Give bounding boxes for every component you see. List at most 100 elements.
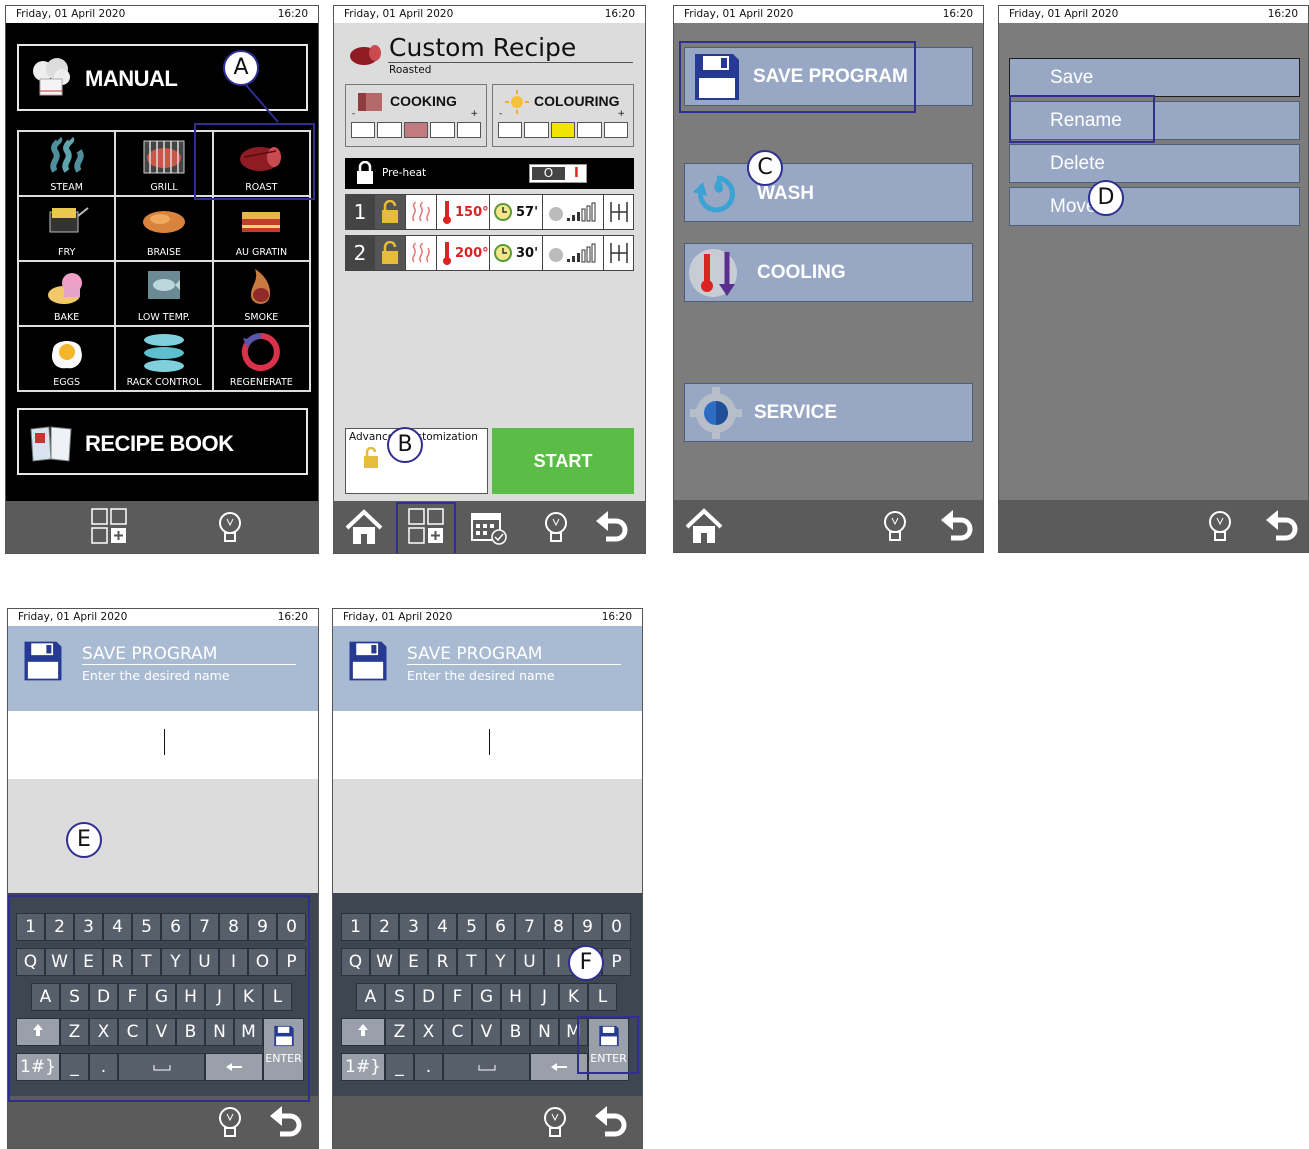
colouring-level-bar[interactable]: [498, 122, 629, 138]
name-input[interactable]: [8, 711, 318, 779]
key[interactable]: Q: [341, 948, 370, 976]
level-segment[interactable]: [550, 122, 576, 138]
cooking-level-bar[interactable]: [351, 122, 482, 138]
back-arrow-icon[interactable]: [937, 506, 977, 546]
fryer-icon: [49, 207, 89, 233]
manual-button[interactable]: MANUAL: [17, 44, 308, 111]
footer-bar: [999, 500, 1308, 552]
level-segment[interactable]: [524, 122, 549, 138]
key[interactable]: Z: [385, 1018, 414, 1046]
key[interactable]: V: [472, 1018, 501, 1046]
phase-row-1[interactable]: 1 150° 57': [345, 194, 634, 230]
key[interactable]: 1: [341, 913, 370, 941]
key[interactable]: 2: [370, 913, 399, 941]
level-segment[interactable]: [456, 122, 482, 138]
home-icon[interactable]: [344, 507, 384, 547]
symbols-key[interactable]: 1#}: [341, 1053, 385, 1081]
key[interactable]: A: [356, 983, 385, 1011]
option-delete[interactable]: Delete: [1009, 144, 1300, 183]
mode-braise[interactable]: BRAISE: [115, 196, 213, 261]
space-key[interactable]: [443, 1053, 530, 1081]
key[interactable]: H: [501, 983, 530, 1011]
mode-low-temp[interactable]: LOW TEMP.: [115, 261, 213, 326]
screen-program-menu: Friday, 01 April 2020 16:20 SAVE PROGRAM…: [673, 5, 984, 553]
key[interactable]: 9: [573, 913, 602, 941]
phase-row-2[interactable]: 2 200° 30': [345, 235, 634, 271]
dot-key[interactable]: .: [414, 1053, 443, 1081]
level-segment[interactable]: [498, 122, 523, 138]
mode-rack-control[interactable]: RACK CONTROL: [115, 326, 213, 391]
mode-eggs[interactable]: EGGS: [18, 326, 116, 391]
level-segment[interactable]: [403, 122, 429, 138]
lightbulb-icon[interactable]: [210, 507, 250, 547]
lightbulb-icon[interactable]: [875, 506, 915, 546]
key[interactable]: W: [370, 948, 399, 976]
key[interactable]: K: [559, 983, 588, 1011]
start-button[interactable]: START: [492, 428, 634, 494]
back-arrow-icon[interactable]: [1262, 506, 1302, 546]
home-icon[interactable]: [684, 506, 724, 546]
key[interactable]: 3: [399, 913, 428, 941]
key[interactable]: 4: [428, 913, 457, 941]
level-segment[interactable]: [577, 122, 602, 138]
mode-fry[interactable]: FRY: [18, 196, 116, 261]
underscore-key[interactable]: _: [385, 1053, 414, 1081]
menu-service[interactable]: SERVICE: [684, 383, 973, 442]
key[interactable]: 0: [602, 913, 631, 941]
lightbulb-icon[interactable]: [1200, 506, 1240, 546]
cooking-card[interactable]: COOKING - +: [345, 84, 487, 147]
mode-regenerate[interactable]: REGENERATE: [212, 326, 310, 391]
preheat-toggle[interactable]: O I: [529, 164, 587, 183]
menu-cooling[interactable]: COOLING: [684, 243, 973, 302]
shift-key[interactable]: [341, 1018, 385, 1046]
option-move[interactable]: Move: [1009, 187, 1300, 226]
key[interactable]: P: [602, 948, 631, 976]
menu-wash[interactable]: WASH: [684, 163, 973, 222]
key[interactable]: 5: [457, 913, 486, 941]
key[interactable]: J: [530, 983, 559, 1011]
highlight-roast: [194, 123, 315, 200]
level-segment[interactable]: [351, 122, 376, 138]
key[interactable]: 7: [515, 913, 544, 941]
key[interactable]: 6: [486, 913, 515, 941]
status-date: Friday, 01 April 2020: [343, 611, 453, 623]
key[interactable]: L: [588, 983, 617, 1011]
key[interactable]: C: [443, 1018, 472, 1046]
shift-arrow-icon: [358, 1024, 368, 1036]
status-time: 16:20: [604, 8, 635, 20]
key[interactable]: Y: [486, 948, 515, 976]
back-arrow-icon[interactable]: [592, 507, 632, 547]
key[interactable]: F: [443, 983, 472, 1011]
recipe-book-button[interactable]: RECIPE BOOK: [17, 408, 308, 475]
key[interactable]: B: [501, 1018, 530, 1046]
key[interactable]: U: [515, 948, 544, 976]
name-input[interactable]: [333, 711, 642, 779]
mode-bake[interactable]: BAKE: [18, 261, 116, 326]
colouring-card[interactable]: COLOURING - +: [492, 84, 634, 147]
level-segment[interactable]: [603, 122, 629, 138]
key[interactable]: 8: [544, 913, 573, 941]
add-grid-icon[interactable]: [90, 507, 130, 547]
calendar-check-icon[interactable]: [469, 507, 509, 547]
option-save[interactable]: Save: [1009, 58, 1300, 97]
back-arrow-icon[interactable]: [591, 1102, 631, 1142]
key[interactable]: D: [414, 983, 443, 1011]
phase-temp: 200°: [455, 245, 489, 261]
key[interactable]: N: [530, 1018, 559, 1046]
lightbulb-icon[interactable]: [536, 507, 576, 547]
key[interactable]: R: [428, 948, 457, 976]
level-segment[interactable]: [430, 122, 455, 138]
key[interactable]: S: [385, 983, 414, 1011]
lightbulb-icon[interactable]: [535, 1102, 575, 1142]
footer-bar: [674, 500, 983, 552]
mode-smoke[interactable]: SMOKE: [212, 261, 310, 326]
level-segment[interactable]: [377, 122, 402, 138]
key[interactable]: E: [399, 948, 428, 976]
mode-au-gratin[interactable]: AU GRATIN: [212, 196, 310, 261]
back-arrow-icon[interactable]: [266, 1102, 306, 1142]
key[interactable]: X: [414, 1018, 443, 1046]
key[interactable]: G: [472, 983, 501, 1011]
mode-steam[interactable]: STEAM: [18, 131, 116, 196]
lightbulb-icon[interactable]: [210, 1102, 250, 1142]
key[interactable]: T: [457, 948, 486, 976]
